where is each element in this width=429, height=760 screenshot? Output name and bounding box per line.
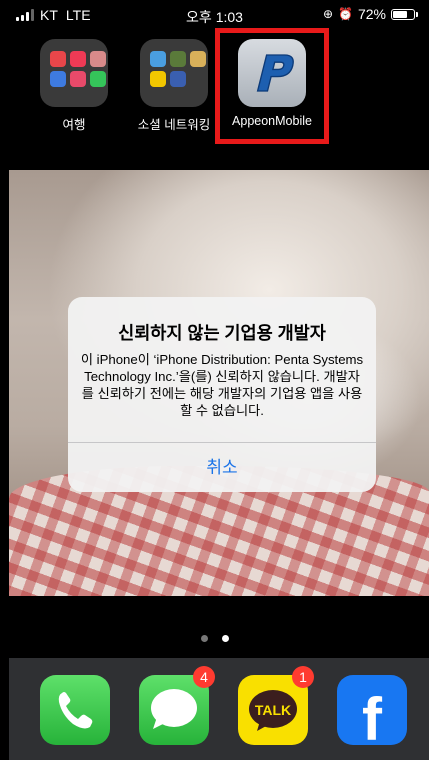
page-dot-2[interactable]: [221, 635, 229, 642]
alarm-icon: ⏰: [338, 7, 353, 21]
messages-app[interactable]: 4: [139, 666, 215, 745]
social-networking-folder-icon: [140, 39, 208, 107]
page-indicator[interactable]: [0, 635, 429, 642]
facebook-icon: f: [362, 686, 382, 753]
alert-title: 신뢰하지 않는 기업용 개발자: [118, 323, 326, 343]
battery-level: [393, 10, 407, 18]
app-social-folder[interactable]: 소셜 네트워킹: [134, 39, 214, 133]
orientation-lock-icon: ⊕: [322, 7, 334, 21]
battery-icon: [391, 8, 418, 20]
status-bar-right: ⊕ ⏰ 72%: [322, 6, 418, 22]
app-label: 소셜 네트워킹: [137, 118, 211, 132]
travel-folder-icon: [40, 39, 108, 107]
kakaotalk-text: TALK: [254, 702, 292, 718]
facebook-app[interactable]: f: [337, 675, 407, 753]
phone-app[interactable]: [40, 675, 110, 745]
status-bar: KT LTE 오후 1:03 ⊕ ⏰ 72%: [0, 0, 429, 30]
dock: 4 TALK 1 f: [9, 658, 429, 760]
red-highlight-box: [215, 28, 329, 144]
app-travel-folder[interactable]: 여행: [34, 39, 114, 133]
untrusted-developer-alert: 신뢰하지 않는 기업용 개발자 이 iPhone이 ‘iPhone Distri…: [68, 297, 376, 492]
app-label: 여행: [62, 118, 86, 132]
messages-badge: 4: [193, 666, 215, 688]
cancel-button[interactable]: 취소: [68, 443, 376, 492]
page-dot-1[interactable]: [200, 635, 208, 642]
kakaotalk-badge: 1: [292, 666, 314, 688]
phone-icon: [58, 692, 93, 729]
battery-percent: 72%: [357, 6, 386, 22]
kakaotalk-app[interactable]: TALK 1: [238, 666, 314, 745]
alert-message: 이 iPhone이 ‘iPhone Distribution: Penta Sy…: [80, 352, 364, 418]
